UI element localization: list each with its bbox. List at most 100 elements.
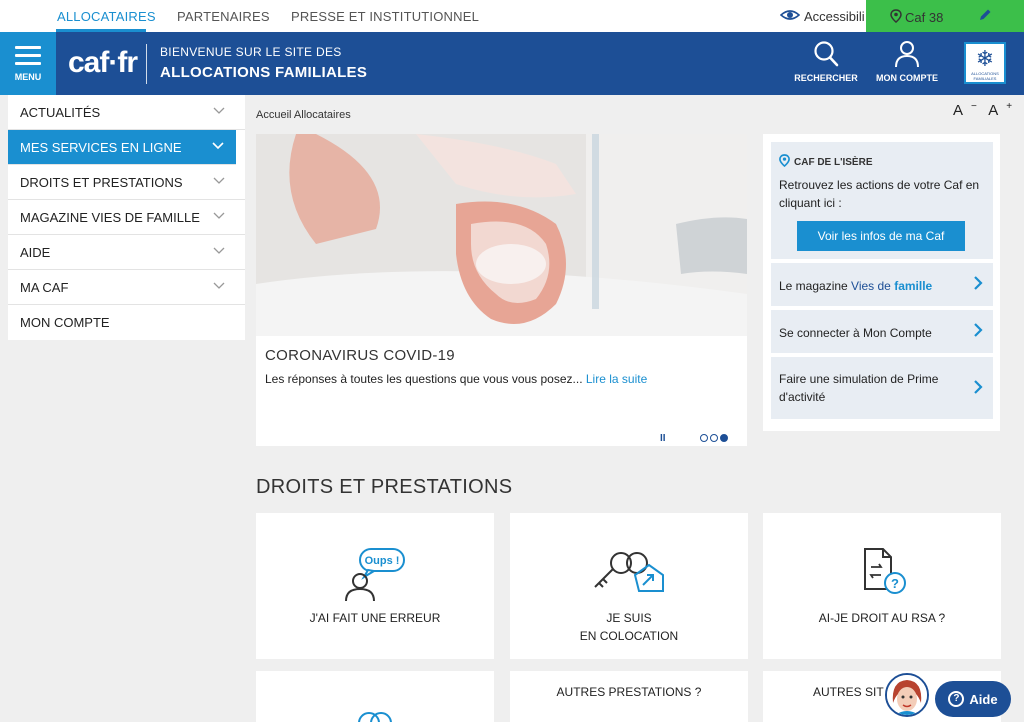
caf-name-label: CAF DE L'ISÈRE [794, 156, 873, 168]
sidebar-menu: ACTUALITÉS MES SERVICES EN LIGNE DROITS … [8, 95, 245, 340]
assistant-avatar[interactable] [885, 673, 929, 717]
pause-icon[interactable]: II [660, 433, 666, 444]
chevron-down-icon [213, 279, 225, 293]
sidebar-item-mon-compte[interactable]: MON COMPTE [8, 305, 245, 340]
mon-compte-link-label: Se connecter à Mon Compte [779, 326, 932, 340]
chevron-down-icon [212, 139, 224, 153]
right-panel: CAF DE L'ISÈRE Retrouvez les actions de … [763, 134, 1000, 431]
oups-text: Oups ! [365, 555, 400, 567]
site-header: MENU caf·fr BIENVENUE SUR LE SITE DES AL… [0, 32, 1024, 95]
document-question-icon: ? [864, 548, 906, 594]
caf-name: CAF DE L'ISÈRE [779, 154, 873, 170]
tab-allocataires[interactable]: ALLOCATAIRES [57, 9, 156, 24]
carousel-dots [700, 434, 728, 442]
sidebar-item-droits[interactable]: DROITS ET PRESTATIONS [8, 165, 245, 200]
caf-location-label: Caf 38 [905, 10, 944, 25]
chevron-down-icon [213, 174, 225, 188]
hamburger-icon [15, 46, 41, 70]
eye-icon [779, 9, 801, 24]
caf-info-button[interactable]: Voir les infos de ma Caf [797, 221, 965, 251]
chevron-down-icon [213, 244, 225, 258]
simulation-link[interactable]: Faire une simulation de Prime d'activité [771, 357, 993, 419]
simulation-link-label: Faire une simulation de Prime d'activité [779, 372, 939, 404]
carousel-dot-2[interactable] [710, 434, 718, 442]
card-autres-prestations[interactable]: AUTRES PRESTATIONS ? [510, 671, 748, 722]
oups-person-icon: Oups ! [345, 548, 405, 601]
circles-icon [358, 712, 392, 722]
chevron-down-icon [213, 104, 225, 118]
keys-icon [594, 552, 664, 592]
allocations-familiales-emblem[interactable]: ❄ ALLOCATIONS FAMILIALES [964, 42, 1006, 84]
svg-text:?: ? [891, 576, 899, 591]
chevron-down-icon [213, 209, 225, 223]
sidebar-item-magazine[interactable]: MAGAZINE VIES DE FAMILLE [8, 200, 245, 235]
card-bottom-1[interactable] [256, 671, 494, 722]
caf-info-box: CAF DE L'ISÈRE Retrouvez les actions de … [771, 142, 993, 259]
edit-pencil-icon[interactable] [978, 8, 992, 25]
news-carousel: CORONAVIRUS COVID-19 Les réponses à tout… [256, 134, 747, 446]
magazine-link[interactable]: Le magazine Vies de famille [771, 263, 993, 306]
help-button[interactable]: ? Aide [935, 681, 1011, 717]
search-icon [814, 41, 839, 67]
read-more-link[interactable]: Lire la suite [586, 372, 647, 386]
help-icon: ? [948, 691, 965, 707]
sidebar-item-label: DROITS ET PRESTATIONS [20, 175, 183, 190]
sidebar-item-label: MON COMPTE [20, 315, 110, 330]
tab-presse[interactable]: PRESSE ET INSTITUTIONNEL [291, 9, 479, 24]
sidebar-item-ma-caf[interactable]: MA CAF [8, 270, 245, 305]
emblem-text: ALLOCATIONS FAMILIALES [971, 71, 999, 81]
sidebar-item-label: MA CAF [20, 280, 69, 295]
search-button[interactable]: RECHERCHER [791, 40, 861, 83]
hand-washing-photo[interactable] [256, 134, 747, 336]
account-label: MON COMPTE [876, 73, 938, 83]
search-label: RECHERCHER [794, 73, 858, 83]
accessibility-label: Accessibili [804, 9, 865, 24]
account-button[interactable]: MON COMPTE [872, 40, 942, 83]
location-pin-icon [779, 154, 790, 170]
font-size-controls: A − A + [953, 101, 1020, 119]
location-pin-icon [890, 9, 902, 26]
decrease-font-button[interactable]: A − [953, 101, 977, 119]
tab-partenaires[interactable]: PARTENAIRES [177, 9, 270, 24]
sidebar-item-label: AIDE [20, 245, 51, 260]
slide-text: Les réponses à toutes les questions que … [265, 372, 647, 386]
snowflake-icon: ❄ [975, 46, 995, 71]
sidebar-item-mes-services[interactable]: MES SERVICES EN LIGNE [8, 130, 236, 165]
card-colocation-label: JE SUIS EN COLOCATION [579, 611, 679, 643]
sidebar-item-aide[interactable]: AIDE [8, 235, 245, 270]
sidebar-item-label: MAGAZINE VIES DE FAMILLE [20, 210, 200, 225]
card-autres-prestations-label: AUTRES PRESTATIONS ? [556, 685, 702, 699]
logo-divider [146, 44, 147, 84]
card-rsa[interactable]: ? AI-JE DROIT AU RSA ? [763, 513, 1001, 659]
chevron-right-icon [974, 380, 983, 398]
sidebar-item-actualites[interactable]: ACTUALITÉS [8, 95, 245, 130]
card-rsa-label: AI-JE DROIT AU RSA ? [818, 611, 946, 625]
caf-location-link[interactable]: Caf 38 [890, 9, 943, 26]
carousel-dot-3[interactable] [720, 434, 728, 442]
slide-text-body: Les réponses à toutes les questions que … [265, 372, 583, 386]
top-navigation: ALLOCATAIRES PARTENAIRES PRESSE ET INSTI… [0, 0, 1024, 46]
chevron-right-icon [974, 276, 983, 294]
carousel-dot-1[interactable] [700, 434, 708, 442]
mon-compte-link[interactable]: Se connecter à Mon Compte [771, 310, 993, 353]
menu-button[interactable]: MENU [0, 32, 56, 95]
breadcrumb[interactable]: Accueil Allocataires [256, 109, 351, 121]
help-label: Aide [969, 691, 998, 707]
welcome-line1: BIENVENUE SUR LE SITE DES [160, 45, 342, 59]
card-colocation[interactable]: JE SUIS EN COLOCATION [510, 513, 748, 659]
caf-description: Retrouvez les actions de votre Caf en cl… [779, 178, 980, 210]
chevron-right-icon [974, 323, 983, 341]
caf-logo[interactable]: caf·fr [68, 46, 138, 80]
card-erreur-label: J'AI FAIT UNE ERREUR [309, 611, 441, 625]
accessibility-link[interactable]: Accessibili [779, 9, 865, 24]
droits-section-title: DROITS ET PRESTATIONS [256, 476, 513, 498]
slide-title: CORONAVIRUS COVID-19 [265, 347, 455, 364]
sidebar-item-label: MES SERVICES EN LIGNE [20, 140, 182, 155]
magazine-link-label: Le magazine Vies de famille [779, 279, 933, 293]
welcome-line2: ALLOCATIONS FAMILIALES [160, 64, 368, 81]
menu-label: MENU [14, 72, 42, 82]
card-erreur[interactable]: Oups ! J'AI FAIT UNE ERREUR [256, 513, 494, 659]
sidebar-item-label: ACTUALITÉS [20, 105, 101, 120]
increase-font-button[interactable]: A + [988, 101, 1012, 119]
user-icon [895, 41, 919, 68]
